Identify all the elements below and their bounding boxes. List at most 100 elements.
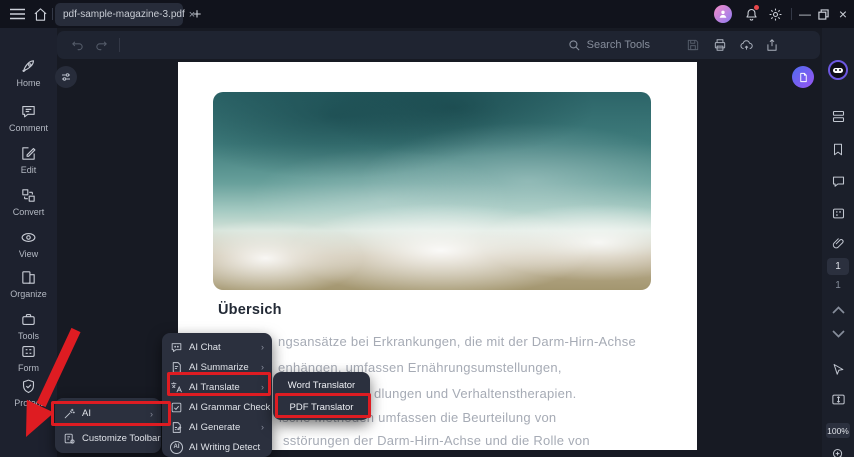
redo-button[interactable] xyxy=(89,31,113,59)
form-card-icon xyxy=(832,208,844,219)
tab-title: pdf-sample-magazine-3.pdf xyxy=(63,9,185,20)
sidebar-item-form[interactable]: Form xyxy=(0,343,57,373)
ocean-photo xyxy=(213,92,651,290)
menu-item-customize-toolbar[interactable]: Customize Toolbar xyxy=(55,427,161,450)
ai-writing-detect-icon: AI xyxy=(170,440,183,454)
person-icon xyxy=(719,10,727,18)
sidebar-item-view[interactable]: View xyxy=(0,229,57,259)
settings-button[interactable] xyxy=(764,0,786,28)
document-tab[interactable]: pdf-sample-magazine-3.pdf × xyxy=(55,3,195,26)
search-tools-label: Search Tools xyxy=(586,39,650,51)
fields-panel-button[interactable] xyxy=(822,206,854,221)
comment-icon xyxy=(22,105,35,118)
restore-icon xyxy=(817,8,829,20)
zoom-level-badge[interactable]: 100% xyxy=(826,423,850,438)
new-tab-button[interactable]: + xyxy=(186,0,208,28)
sidebar-item-label: Comment xyxy=(8,123,48,133)
sidebar-item-label: View xyxy=(18,249,39,259)
undo-button[interactable] xyxy=(65,31,89,59)
pdf-editor-window: pdf-sample-magazine-3.pdf × + — × Search… xyxy=(0,0,854,457)
menu-item-label: AI Summarize xyxy=(189,361,249,373)
menu-item-label: AI Generate xyxy=(189,421,241,433)
ai-chat-icon xyxy=(171,342,182,352)
ai-translate-float-button[interactable] xyxy=(792,66,814,88)
sidebar-item-comment[interactable]: Comment xyxy=(0,103,57,133)
sidebar-item-edit[interactable]: Edit xyxy=(0,145,57,175)
ai-assistant-button[interactable] xyxy=(822,60,854,80)
share-icon xyxy=(767,39,777,51)
view-settings-button[interactable] xyxy=(55,66,77,88)
pointer-icon xyxy=(833,364,843,375)
cloud-upload-button[interactable] xyxy=(734,31,758,59)
left-sidebar: Home Comment Edit Convert View Organize … xyxy=(0,28,57,457)
close-icon: × xyxy=(838,6,848,22)
minimize-icon: — xyxy=(799,7,811,21)
sidebar-item-protect[interactable]: Protect xyxy=(0,378,57,408)
document-heading: Übersich xyxy=(218,302,282,318)
sidebar-item-label: Protect xyxy=(14,398,43,408)
menu-item-ai-grammar-check[interactable]: AI Grammar Check › xyxy=(162,397,279,417)
bookmarks-panel-button[interactable] xyxy=(822,142,854,157)
rocket-icon xyxy=(22,60,35,73)
submenu-chevron-icon: › xyxy=(261,342,264,352)
menu-item-label: Customize Toolbar xyxy=(82,433,161,444)
next-page-button[interactable] xyxy=(822,330,854,338)
comments-panel-button[interactable] xyxy=(822,174,854,189)
minimize-button[interactable]: — xyxy=(796,0,814,28)
search-icon xyxy=(568,39,580,50)
chevron-up-icon xyxy=(831,306,845,314)
menu-item-ai-generate[interactable]: AI Generate › xyxy=(162,417,272,437)
select-tool-button[interactable] xyxy=(822,362,854,377)
form-icon xyxy=(22,345,35,358)
submenu-chevron-icon: › xyxy=(261,422,264,432)
search-tools-button[interactable]: Search Tools xyxy=(568,31,650,59)
main-menu-button[interactable] xyxy=(6,0,28,28)
edit-icon xyxy=(22,147,36,160)
sidebar-item-organize[interactable]: Organize xyxy=(0,269,57,299)
menu-item-ai-writing-detect[interactable]: AI AI Writing Detect xyxy=(162,437,272,457)
current-page-input[interactable]: 1 xyxy=(827,258,849,275)
robot-icon xyxy=(828,60,848,80)
body-text-line: sstörungen der Darm-Hirn-Achse und die R… xyxy=(283,433,590,448)
customize-toolbar-icon xyxy=(64,433,75,444)
zoom-in-icon xyxy=(832,449,842,457)
sidebar-item-tools[interactable]: Tools xyxy=(0,311,57,341)
save-icon xyxy=(687,39,699,51)
briefcase-icon xyxy=(22,313,35,326)
menu-item-label: AI Grammar Check xyxy=(189,401,271,413)
close-button[interactable]: × xyxy=(833,0,853,28)
eye-icon xyxy=(21,233,36,242)
zoom-in-button[interactable] xyxy=(822,447,854,457)
chevron-down-icon xyxy=(831,330,845,338)
paperclip-icon xyxy=(832,238,844,249)
document-icon xyxy=(799,72,807,82)
home-tab-button[interactable] xyxy=(29,0,51,28)
bookmark-icon xyxy=(834,143,842,156)
previous-page-button[interactable] xyxy=(822,306,854,314)
total-pages-label: 1 xyxy=(835,280,841,291)
highlight-box-pdf-translator xyxy=(275,393,371,418)
body-text-line: dlungen und Verhaltenstherapien. xyxy=(374,386,577,401)
hamburger-icon xyxy=(9,8,25,20)
title-bar: pdf-sample-magazine-3.pdf × + — × xyxy=(0,0,854,28)
plus-icon: + xyxy=(192,5,202,23)
user-avatar[interactable] xyxy=(714,5,732,23)
fit-width-icon xyxy=(831,394,845,405)
attachments-panel-button[interactable] xyxy=(822,236,854,251)
fit-width-button[interactable] xyxy=(822,392,854,407)
titlebar-divider xyxy=(791,8,792,20)
restore-button[interactable] xyxy=(814,0,832,28)
sidebar-item-label: Convert xyxy=(12,207,45,217)
menu-item-ai-chat[interactable]: AI Chat › xyxy=(162,337,272,357)
toolbar-divider xyxy=(119,38,120,52)
undo-icon xyxy=(71,41,83,51)
print-button[interactable] xyxy=(708,31,732,59)
panels-icon xyxy=(832,110,844,123)
thumbnails-panel-button[interactable] xyxy=(822,109,854,124)
sidebar-item-convert[interactable]: Convert xyxy=(0,187,57,217)
save-button[interactable] xyxy=(681,31,705,59)
share-button[interactable] xyxy=(760,31,784,59)
sidebar-item-home[interactable]: Home xyxy=(0,58,57,88)
notifications-button[interactable] xyxy=(740,0,762,28)
gear-icon xyxy=(769,8,781,20)
